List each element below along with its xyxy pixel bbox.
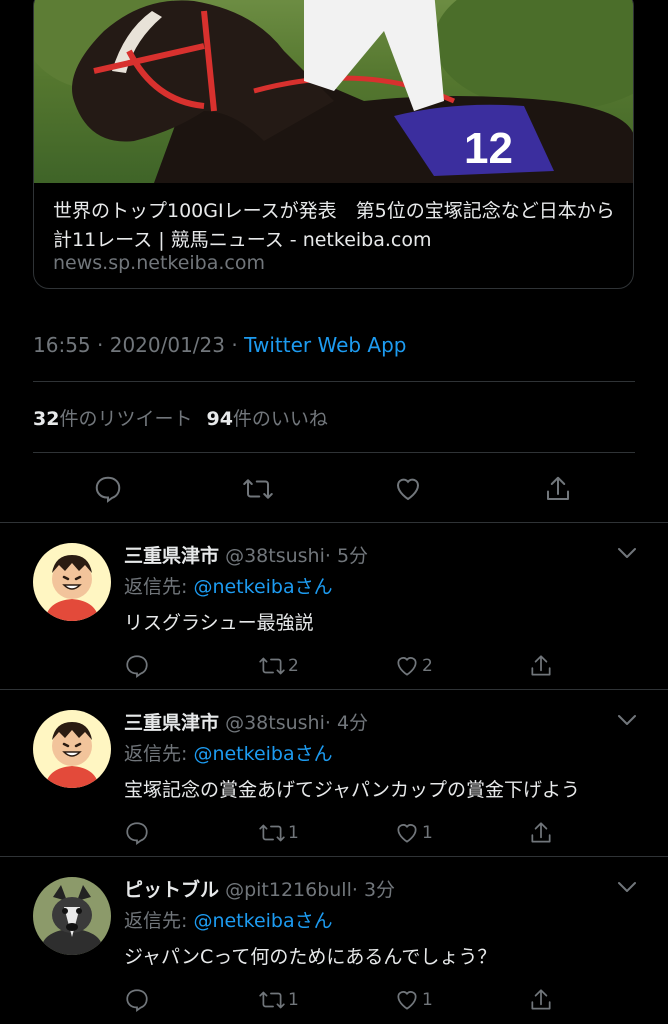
heart-icon [397,657,417,676]
like-button[interactable]: 1 [394,818,433,848]
meta-separator: · [90,333,110,357]
heart-icon [397,824,417,843]
link-card[interactable]: 12 世界のトップ100GIレースが発表 第5位の宝塚記念など日本から計11レー… [33,0,634,289]
user-handle: @pit1216bull [225,879,352,901]
tweet-stats: 32件のリツイート 94件のいいね [33,404,328,431]
reply-time: · 4分 [324,712,369,734]
reply-to-prefix: 返信先: [124,576,194,598]
retweet-button[interactable]: 1 [258,818,299,848]
reply-to-mention[interactable]: @netkeibaさん [193,576,332,598]
divider [33,452,635,453]
card-title: 世界のトップ100GIレースが発表 第5位の宝塚記念など日本から計11レース |… [53,200,615,251]
like-count: 1 [422,990,433,1010]
meta-separator-2: · [225,333,245,357]
reply-to: 返信先: @netkeibaさん [124,906,333,933]
retweet-icon [259,991,285,1009]
avatar[interactable] [33,710,111,788]
share-icon[interactable] [528,985,554,1015]
retweet-count: 2 [288,656,299,676]
reply-action-bar: 1 1 [124,818,644,848]
like-count: 1 [422,823,433,843]
saddle-number: 12 [464,124,513,173]
source-app-link[interactable]: Twitter Web App [244,333,406,357]
reply-to: 返信先: @netkeibaさん [124,572,333,599]
share-icon[interactable] [528,818,554,848]
reply-time: · 3分 [351,879,396,901]
reply-icon[interactable] [124,651,150,681]
share-icon[interactable] [528,651,554,681]
heart-icon [397,991,417,1010]
reply-to-prefix: 返信先: [124,910,194,932]
likes-label: 件のいいね [232,408,328,430]
display-name[interactable]: 三重県津市 [124,712,219,734]
display-name[interactable]: ピットブル [124,879,219,901]
avatar[interactable] [33,877,111,955]
reply-icon[interactable] [87,468,129,510]
retweets-count: 32 [33,408,60,430]
avatar[interactable] [33,543,111,621]
retweets-stat[interactable]: 32件のリツイート [33,408,192,430]
reply-header: 三重県津市 @38tsushi· 5分 [124,541,368,568]
tweet-meta: 16:55 · 2020/01/23 · Twitter Web App [33,333,407,357]
reply-icon[interactable] [124,985,150,1015]
like-button[interactable]: 1 [394,985,433,1015]
reply-text: リスグラシュー最強説 [124,612,314,634]
retweet-button[interactable]: 2 [258,651,299,681]
reply-to-mention[interactable]: @netkeibaさん [193,743,332,765]
retweet-icon [259,824,285,842]
user-handle: @38tsushi [225,545,325,567]
heart-icon[interactable] [387,468,429,510]
likes-stat[interactable]: 94件のいいね [206,408,327,430]
reply-header: 三重県津市 @38tsushi· 4分 [124,708,368,735]
chevron-down-icon[interactable] [616,545,638,561]
display-name[interactable]: 三重県津市 [124,545,219,567]
retweets-label: 件のリツイート [59,408,193,430]
retweet-count: 1 [288,990,299,1010]
user-handle: @38tsushi [225,712,325,734]
divider [33,381,635,382]
likes-count: 94 [206,408,233,430]
tweet-date: 2020/01/23 [109,333,225,357]
reply-time: · 5分 [324,545,369,567]
retweet-button[interactable]: 1 [258,985,299,1015]
like-button[interactable]: 2 [394,651,433,681]
retweet-icon [259,657,285,675]
reply-icon[interactable] [124,818,150,848]
chevron-down-icon[interactable] [616,712,638,728]
like-count: 2 [422,656,433,676]
card-domain: news.sp.netkeiba.com [53,252,266,274]
reply-text: ジャパンCって何のためにあるんでしょう？ [124,946,497,968]
reply-tweet[interactable]: 三重県津市 @38tsushi· 4分 返信先: @netkeibaさん 宝塚記… [0,690,668,856]
share-icon[interactable] [537,468,579,510]
reply-tweet[interactable]: ピットブル @pit1216bull· 3分 返信先: @netkeibaさん … [0,857,668,1023]
reply-to-prefix: 返信先: [124,743,194,765]
reply-header: ピットブル @pit1216bull· 3分 [124,875,395,902]
tweet-action-bar [0,468,668,510]
reply-action-bar: 2 2 [124,651,644,681]
reply-text: 宝塚記念の賞金あげてジャパンカップの賞金下げよう [124,779,581,801]
reply-to-mention[interactable]: @netkeibaさん [193,910,332,932]
chevron-down-icon[interactable] [616,879,638,895]
card-image-horse-race: 12 [34,0,633,183]
reply-to: 返信先: @netkeibaさん [124,739,333,766]
reply-tweet[interactable]: 三重県津市 @38tsushi· 5分 返信先: @netkeibaさん リスグ… [0,523,668,689]
retweet-count: 1 [288,823,299,843]
reply-action-bar: 1 1 [124,985,644,1015]
tweet-time: 16:55 [33,333,91,357]
retweet-icon[interactable] [237,468,279,510]
